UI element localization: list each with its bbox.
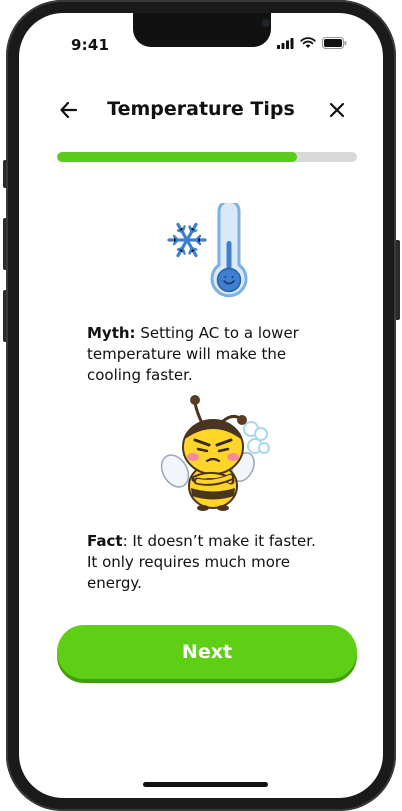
- close-icon: [329, 102, 345, 118]
- snowflake-icon: [167, 222, 207, 258]
- signal-icon: [277, 37, 294, 49]
- wifi-icon: [300, 37, 316, 48]
- thermometer-snowflake-illustration: [167, 203, 248, 298]
- front-camera: [262, 19, 270, 27]
- progress-bar: [57, 152, 357, 162]
- battery-icon: [322, 37, 347, 49]
- grumpy-bee-illustration: [160, 395, 270, 511]
- next-button[interactable]: Next: [57, 625, 357, 679]
- header-bar: Temperature Tips: [19, 88, 383, 128]
- app-screen: 9:41 Temperature Tips Myth: Setting AC t…: [19, 13, 383, 798]
- fact-label: Fact: [87, 532, 123, 550]
- thermometer-icon: [210, 203, 248, 298]
- progress-fill: [57, 152, 297, 162]
- myth-text: Myth: Setting AC to a lower temperature …: [87, 323, 327, 386]
- notch: [133, 13, 271, 47]
- status-time: 9:41: [71, 36, 110, 54]
- phone-frame: 9:41 Temperature Tips Myth: Setting AC t…: [6, 0, 396, 811]
- steam-puff-icon: [243, 421, 270, 454]
- close-button[interactable]: [326, 99, 348, 121]
- status-icons: [277, 37, 347, 49]
- fact-text: Fact: It doesn’t make it faster. It only…: [87, 531, 327, 594]
- myth-label: Myth:: [87, 324, 136, 342]
- home-indicator: [143, 782, 268, 787]
